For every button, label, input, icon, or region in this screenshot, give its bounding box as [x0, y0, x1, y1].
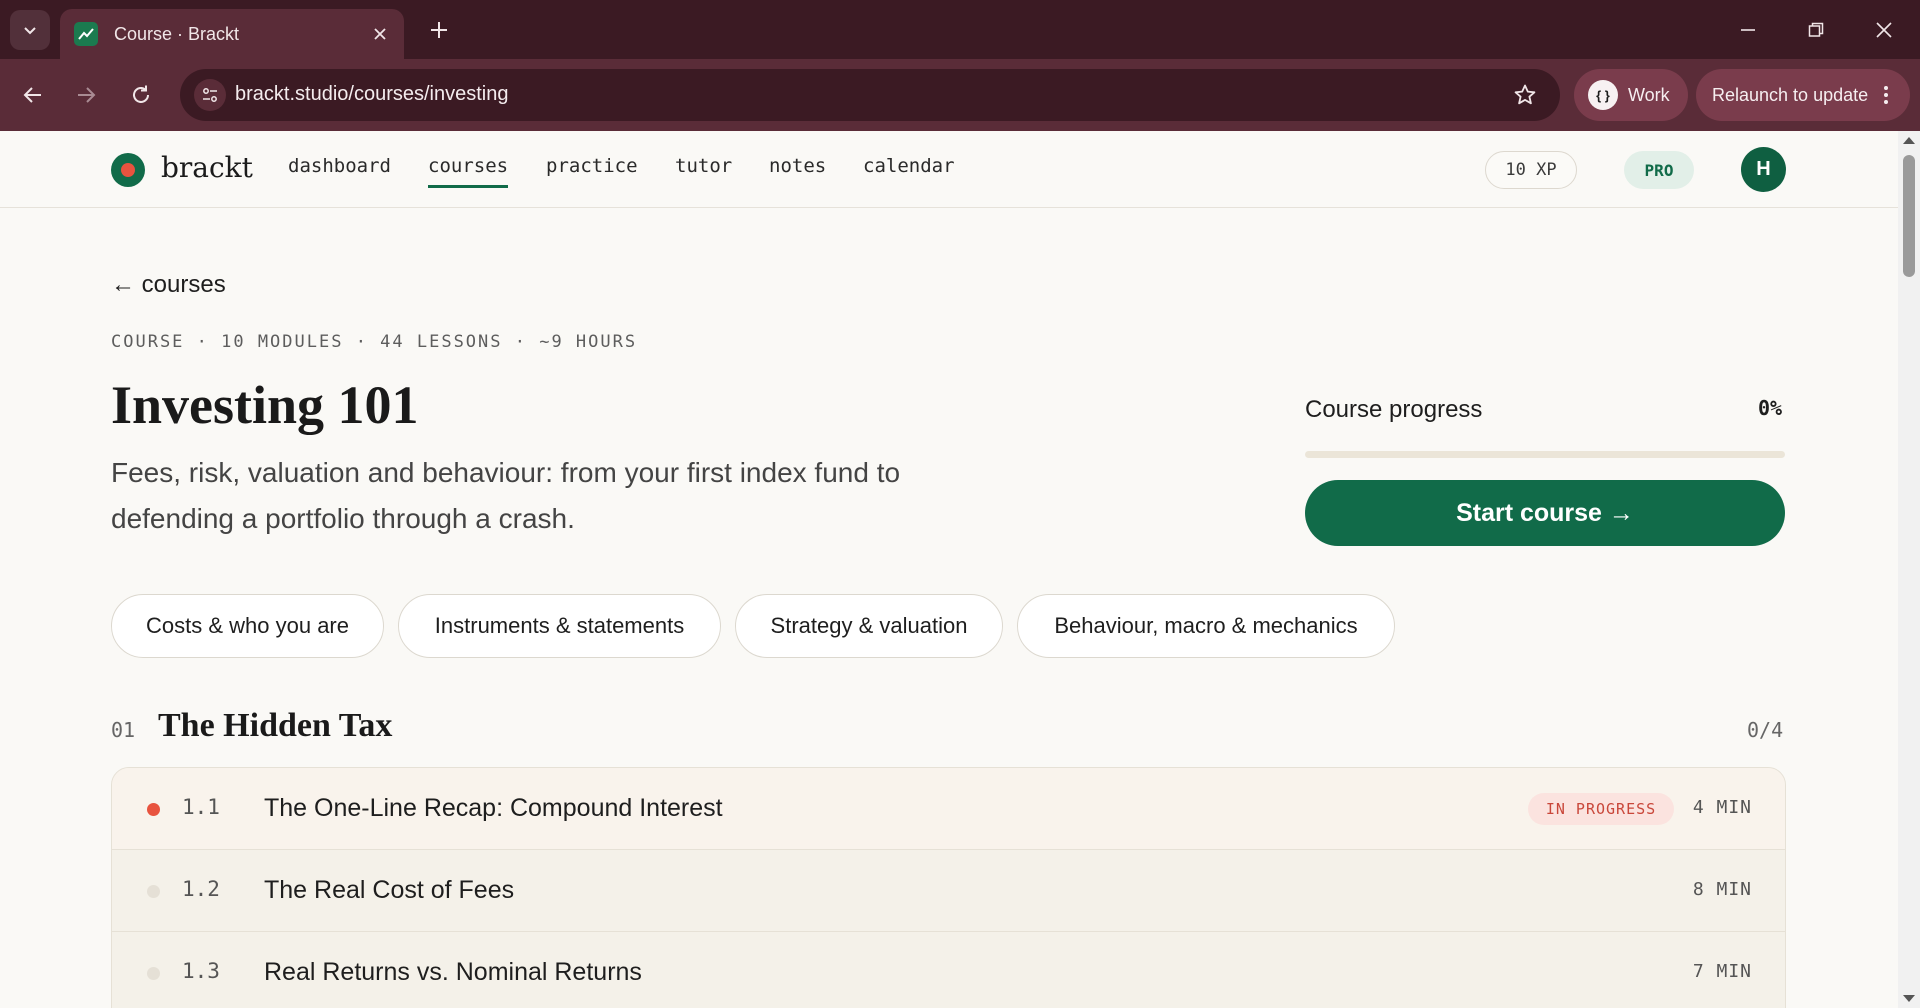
app-header: brackt dashboard courses practice tutor … — [0, 131, 1898, 208]
url-text: brackt.studio/courses/investing — [235, 83, 509, 105]
lesson-row[interactable]: 1.2 The Real Cost of Fees 8 MIN — [112, 850, 1785, 932]
pro-badge[interactable]: PRO — [1624, 151, 1694, 189]
browser-tabstrip: Course · Brackt — [0, 0, 1920, 59]
kebab-menu-icon[interactable] — [1884, 86, 1889, 104]
status-dot-icon — [147, 803, 160, 816]
address-bar[interactable]: brackt.studio/courses/investing — [180, 69, 1560, 121]
page-scrollbar[interactable] — [1898, 131, 1920, 1008]
profile-label: Work — [1628, 84, 1670, 105]
lesson-number: 1.2 — [182, 877, 220, 901]
minimize-icon[interactable] — [1726, 8, 1770, 52]
filter-chip-costs[interactable]: Costs & who you are — [111, 594, 384, 658]
lesson-title: The Real Cost of Fees — [264, 876, 515, 904]
lesson-number: 1.3 — [182, 959, 220, 983]
course-meta: COURSE · 10 MODULES · 44 LESSONS · ~9 HO… — [111, 332, 638, 352]
nav-calendar[interactable]: calendar — [863, 155, 955, 177]
filter-chip-behaviour[interactable]: Behaviour, macro & mechanics — [1017, 594, 1395, 658]
star-icon[interactable] — [1512, 82, 1538, 108]
scroll-down-icon[interactable] — [1903, 995, 1915, 1002]
back-arrow-icon[interactable] — [15, 77, 51, 113]
module-title: The Hidden Tax — [158, 707, 393, 744]
tab-search-icon[interactable] — [10, 10, 50, 50]
start-course-button[interactable]: Start course → — [1305, 480, 1785, 546]
status-badge: IN PROGRESS — [1528, 793, 1674, 825]
module-number: 01 — [111, 718, 136, 742]
close-window-icon[interactable] — [1862, 8, 1906, 52]
filter-chip-strategy[interactable]: Strategy & valuation — [735, 594, 1003, 658]
lesson-title: The One-Line Recap: Compound Interest — [264, 794, 723, 822]
status-dot-icon — [147, 885, 160, 898]
back-to-courses-link[interactable]: ← courses — [111, 271, 226, 299]
nav-tutor[interactable]: tutor — [675, 155, 732, 177]
lesson-list: 1.1 The One-Line Recap: Compound Interes… — [111, 767, 1786, 1008]
browser-toolbar: brackt.studio/courses/investing { } Work… — [0, 59, 1920, 131]
nav-practice[interactable]: practice — [546, 155, 638, 177]
course-description: Fees, risk, valuation and behaviour: fro… — [111, 457, 901, 534]
module-count: 0/4 — [1747, 718, 1784, 742]
nav-dashboard[interactable]: dashboard — [288, 155, 391, 177]
profile-button[interactable]: { } Work — [1574, 69, 1688, 121]
nav-notes[interactable]: notes — [769, 155, 826, 177]
relaunch-label: Relaunch to update — [1712, 84, 1869, 105]
profile-icon: { } — [1588, 80, 1618, 110]
progress-value: 0% — [1758, 396, 1783, 420]
page-title: Investing 101 — [111, 375, 419, 435]
lesson-duration: 8 MIN — [1692, 879, 1752, 900]
progress-label: Course progress — [1305, 396, 1483, 423]
scroll-up-icon[interactable] — [1903, 137, 1915, 144]
lesson-row[interactable]: 1.1 The One-Line Recap: Compound Interes… — [112, 768, 1785, 850]
plus-icon[interactable] — [422, 13, 456, 47]
tab-title: Course · Brackt — [114, 23, 240, 44]
nav-courses[interactable]: courses — [428, 155, 509, 188]
scroll-thumb[interactable] — [1903, 155, 1915, 277]
close-icon[interactable] — [366, 20, 394, 48]
progress-bar — [1305, 451, 1785, 458]
restore-icon[interactable] — [1794, 8, 1838, 52]
lesson-duration: 7 MIN — [1692, 961, 1752, 982]
logo-text[interactable]: brackt — [161, 151, 253, 184]
page-viewport: brackt dashboard courses practice tutor … — [0, 131, 1898, 1008]
lesson-row[interactable]: 1.3 Real Returns vs. Nominal Returns 7 M… — [112, 932, 1785, 1008]
relaunch-button[interactable]: Relaunch to update — [1696, 69, 1910, 121]
lesson-duration: 4 MIN — [1692, 797, 1752, 818]
browser-tab[interactable]: Course · Brackt — [60, 9, 404, 59]
xp-badge[interactable]: 10 XP — [1485, 151, 1577, 189]
filter-chip-instruments[interactable]: Instruments & statements — [398, 594, 721, 658]
reload-icon[interactable] — [123, 77, 159, 113]
site-settings-icon[interactable] — [194, 79, 226, 111]
logo-icon[interactable] — [111, 153, 145, 187]
avatar[interactable]: H — [1741, 147, 1786, 192]
forward-arrow-icon[interactable] — [68, 77, 104, 113]
lesson-title: Real Returns vs. Nominal Returns — [264, 958, 642, 986]
lesson-number: 1.1 — [182, 795, 220, 819]
status-dot-icon — [147, 967, 160, 980]
chart-favicon-icon — [74, 22, 98, 46]
